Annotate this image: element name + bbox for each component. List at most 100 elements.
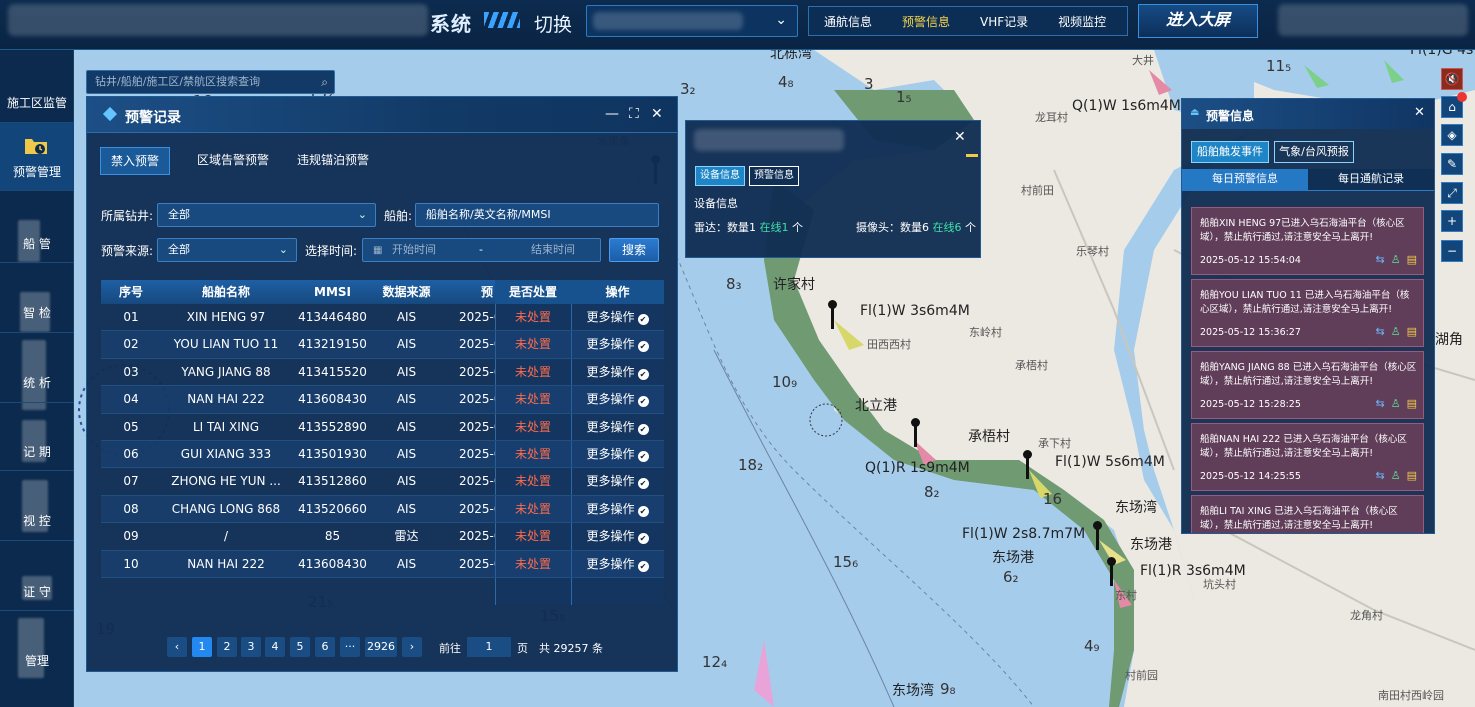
table-row[interactable]: 06 GUI XIANG 333 413501930 AIS 2025-0 未处置 更多操作… [101, 441, 664, 469]
maximize-icon[interactable]: ⛶ [629, 106, 639, 122]
rig-select[interactable]: 全部 ⌄ [157, 203, 376, 227]
track-icon[interactable]: ⇆ [1376, 325, 1385, 338]
track-icon[interactable]: ⇆ [1376, 397, 1385, 410]
page-number-input[interactable]: 1 [467, 637, 511, 657]
document-icon[interactable]: ▤ [1407, 469, 1417, 482]
page-2-button[interactable]: 2 [217, 637, 237, 657]
zoom-in-icon[interactable]: + [1441, 210, 1463, 232]
table-row[interactable]: 05 LI TAI XING 413552890 AIS 2025-0 未处置 更多操作✔ [101, 414, 664, 441]
tab-no-entry-warning[interactable]: 禁入预警 [100, 147, 171, 175]
source-select[interactable]: 全部 ⌄ [157, 238, 297, 262]
table-row[interactable]: 07 ZHONG HE YUN ... 413512860 AIS 2025-0 未处置 更… [101, 468, 664, 496]
person-icon[interactable]: ♙ [1391, 469, 1401, 482]
more-actions-button[interactable]: 更多操作 ✔ [571, 359, 664, 386]
warning-card[interactable]: 船舶XIN HENG 97已进入乌石海油平台（核心区域），禁止航行通过,请注意安… [1191, 207, 1424, 275]
village-name: 承下村 [1038, 437, 1071, 450]
prev-page-button[interactable]: ‹ [167, 637, 187, 657]
person-icon[interactable]: ♙ [1391, 397, 1401, 410]
table-row[interactable]: 04 NAN HAI 222 413608430 AIS 2025-0 未处置 更多操作✔ [101, 386, 664, 414]
tab-daily-warnings[interactable]: 每日预警信息 [1182, 169, 1308, 191]
more-actions-button[interactable]: 更多操作 ✔ [571, 551, 664, 578]
switch-select[interactable]: ⌄ [586, 5, 798, 37]
warning-card[interactable]: 船舶YOU LIAN TUO 11 已进入乌石海油平台（核心区域），禁止航行通过… [1191, 279, 1424, 347]
more-actions-button[interactable]: 更多操作 ✔ [571, 386, 664, 413]
cell-status: 未处置 [514, 419, 551, 434]
page-1-button[interactable]: 1 [192, 637, 212, 657]
more-actions-button[interactable]: 更多操作 ✔ [571, 304, 664, 331]
rig-select-value: 全部 [168, 208, 190, 221]
warning-card[interactable]: 船舶NAN HAI 222 已进入乌石海油平台（核心区域），禁止航行通过,请注意… [1191, 423, 1424, 491]
tab-ship-events[interactable]: 船舶触发事件 [1191, 141, 1269, 163]
page-4-button[interactable]: 4 [265, 637, 285, 657]
table-row[interactable]: 10 NAN HAI 222 413608430 AIS 2025-0 未处置 更多操作✔ [101, 550, 664, 578]
mute-icon[interactable]: 🔇 [1441, 68, 1463, 90]
more-actions-button[interactable]: 更多操作 ✔ [571, 414, 664, 441]
ship-input[interactable]: 船舶名称/英文名称/MMSI [415, 203, 659, 227]
nav-traffic-info[interactable]: 通航信息 [809, 13, 887, 30]
page-3-button[interactable]: 3 [241, 637, 261, 657]
warning-info-button[interactable]: 预警信息 [749, 166, 799, 186]
lighthouse-marker[interactable] [1093, 521, 1102, 550]
nav-video-monitor[interactable]: 视频监控 [1043, 13, 1121, 30]
table-row[interactable]: 08 CHANG LONG 868 413520660 AIS 2025-0 未处置 更多操… [101, 495, 664, 524]
zoom-out-icon[interactable]: − [1441, 240, 1463, 262]
page-5-button[interactable]: 5 [290, 637, 310, 657]
more-actions-button[interactable]: 更多操作 ✔ [571, 468, 664, 495]
tab-daily-traffic[interactable]: 每日通航记录 [1308, 169, 1434, 191]
search-icon[interactable]: ⌕ [321, 71, 328, 93]
person-icon[interactable]: ♙ [1391, 253, 1401, 266]
tab-weather-forecast[interactable]: 气象/台风预报 [1274, 141, 1354, 163]
minimize-icon[interactable]: — [605, 106, 619, 122]
track-icon[interactable]: ⇆ [1376, 253, 1385, 266]
more-actions-button[interactable]: 更多操作 ✔ [571, 441, 664, 468]
time-label: 选择时间: [305, 244, 358, 258]
warning-card[interactable]: 船舶YANG JIANG 88 已进入乌石海油平台（核心区域），禁止航行通过,请… [1191, 351, 1424, 419]
next-page-button[interactable]: › [402, 637, 422, 657]
track-icon[interactable]: ⇆ [1376, 469, 1385, 482]
warning-card[interactable]: 船舶LI TAI XING 已进入乌石海油平台（核心区域），禁止航行通过,请注意… [1191, 495, 1424, 533]
lighthouse-marker[interactable] [828, 300, 837, 329]
chevron-circle-icon: ✔ [637, 478, 649, 490]
page-6-button[interactable]: 6 [315, 637, 335, 657]
document-icon[interactable]: ▤ [1407, 397, 1417, 410]
cell-no: 07 [123, 474, 139, 489]
lighthouse-marker[interactable] [1107, 557, 1116, 586]
enter-big-screen-button[interactable]: 进入大屏 [1138, 4, 1258, 38]
close-icon[interactable]: ✕ [651, 106, 663, 122]
edit-icon[interactable]: ✎ [1441, 153, 1463, 175]
lighthouse-marker[interactable] [1023, 450, 1032, 479]
nav-vhf-record[interactable]: VHF记录 [965, 13, 1043, 30]
lighthouse-marker[interactable] [911, 418, 920, 447]
more-actions-button[interactable]: 更多操作 ✔ [571, 496, 664, 523]
device-info-button[interactable]: 设备信息 [695, 166, 745, 186]
table-row[interactable]: 03 YANG JIANG 88 413415520 AIS 2025-0 未处置 更多操作… [101, 359, 664, 387]
search-button[interactable]: 搜索 [609, 238, 659, 262]
village-name: 承梧村 [1015, 359, 1048, 372]
document-icon[interactable]: ▤ [1407, 325, 1417, 338]
table-row[interactable]: 02 YOU LIAN TUO 11 413219150 AIS 2025-0 未处置 更多… [101, 331, 664, 359]
nav-warning-info[interactable]: 预警信息 [887, 13, 965, 30]
sidebar-item-construction[interactable]: 施工区监管 [0, 94, 74, 111]
more-actions-button[interactable]: 更多操作 ✔ [571, 523, 664, 550]
document-icon[interactable]: ▤ [1407, 253, 1417, 266]
more-actions-button[interactable]: 更多操作 ✔ [571, 331, 664, 358]
tab-area-alarm-warning[interactable]: 区域告警预警 [187, 147, 279, 175]
chevron-down-icon: ⌄ [775, 12, 787, 28]
layers-icon[interactable]: ◈ [1441, 124, 1463, 146]
tab-illegal-anchor-warning[interactable]: 违规锚泊预警 [287, 147, 379, 175]
cell-ship-name: GUI XIANG 333 [180, 447, 272, 461]
map-search-input[interactable]: 钻井/船舶/施工区/禁航区搜索查询 ⌕ [86, 70, 335, 94]
cell-warning-time: 2025-0 [459, 364, 495, 379]
fullscreen-icon[interactable]: ⤢ [1441, 182, 1463, 204]
source-select-value: 全部 [168, 243, 190, 256]
table-row[interactable]: 09 / 85 雷达 2025-0 未处置 更多操作✔ [101, 523, 664, 551]
sidebar-item-warning[interactable]: 预警管理 [0, 123, 74, 190]
time-range-input[interactable]: ▦ 开始时间 - 结束时间 [362, 238, 601, 262]
col-operation: 操作 [571, 280, 664, 304]
table-row[interactable]: 01 XIN HENG 97 413446480 AIS 2025-0 未处置 更多操作✔ [101, 304, 664, 332]
last-page-button[interactable]: 2926 [365, 637, 397, 657]
more-pages-button[interactable]: ··· [340, 637, 360, 657]
close-icon[interactable]: ✕ [954, 129, 966, 145]
close-icon[interactable]: ✕ [1414, 105, 1425, 120]
person-icon[interactable]: ♙ [1391, 325, 1401, 338]
